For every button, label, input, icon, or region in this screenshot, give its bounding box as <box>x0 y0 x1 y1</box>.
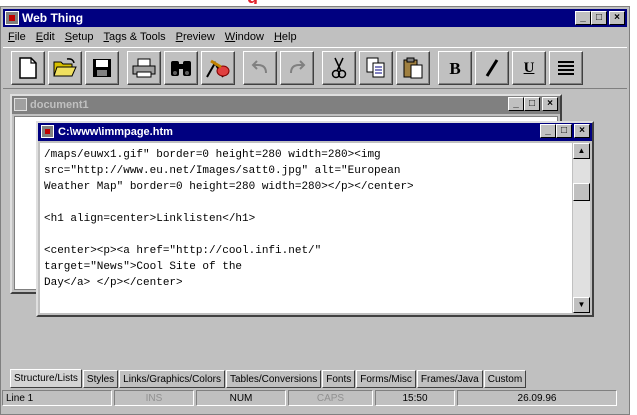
editor-line: Day</a> </p></center> <box>44 277 183 289</box>
open-folder-icon <box>53 58 77 77</box>
italic-button[interactable] <box>475 51 509 85</box>
scroll-down-arrow-icon[interactable]: ▼ <box>573 297 590 313</box>
menu-window[interactable]: Window <box>220 31 269 43</box>
spell-check-icon <box>206 59 230 78</box>
status-bar: Line 1 INS NUM CAPS 15:50 26.09.96 <box>2 389 627 407</box>
redo-button[interactable] <box>280 51 314 85</box>
immpage-titlebar[interactable]: C:\www\immpage.htm _ □ × <box>38 123 592 141</box>
immpage-window-controls: _ □ × <box>540 124 590 138</box>
tab-custom[interactable]: Custom <box>483 370 527 388</box>
menu-help[interactable]: Help <box>269 31 302 43</box>
scroll-thumb[interactable] <box>573 183 590 201</box>
menu-bar: File Edit Setup Tags & Tools Preview Win… <box>3 28 627 46</box>
menu-setup[interactable]: Setup <box>60 31 99 43</box>
document1-maximize-button[interactable]: □ <box>524 97 540 111</box>
underline-button[interactable]: U <box>512 51 546 85</box>
tab-frames-java[interactable]: Frames/Java <box>416 370 483 388</box>
editor-line: /maps/euwx1.gif" border=0 height=280 wid… <box>44 149 381 161</box>
immpage-maximize-button[interactable]: □ <box>556 124 572 138</box>
editor-line: <h1 align=center>Linklisten</h1> <box>44 213 256 225</box>
save-disk-icon <box>93 59 111 77</box>
spell-check-button[interactable] <box>201 51 235 85</box>
underline-glyph: U <box>523 59 535 76</box>
maximize-button[interactable]: □ <box>591 11 607 25</box>
new-document-button[interactable] <box>11 51 45 85</box>
tab-styles[interactable]: Styles <box>82 370 119 388</box>
editor-line: Weather Map" border=0 height=280 width=2… <box>44 181 414 193</box>
app-title: Web Thing <box>22 11 84 25</box>
find-button[interactable] <box>164 51 198 85</box>
tab-tables-conversions[interactable]: Tables/Conversions <box>225 370 322 388</box>
align-lines-icon <box>558 61 574 75</box>
immpage-close-button[interactable]: × <box>574 124 590 138</box>
status-ins: INS <box>114 390 194 406</box>
menu-edit[interactable]: Edit <box>31 31 60 43</box>
printer-icon <box>132 58 156 78</box>
bold-glyph: B <box>449 58 461 78</box>
immpage-window[interactable]: C:\www\immpage.htm _ □ × /maps/euwx1.gif… <box>36 121 594 317</box>
undo-button[interactable] <box>243 51 277 85</box>
new-document-icon <box>19 57 37 79</box>
undo-icon <box>251 60 267 74</box>
document1-minimize-button[interactable]: _ <box>508 97 524 111</box>
tab-structure-lists[interactable]: Structure/Lists <box>10 369 82 388</box>
tab-forms-misc[interactable]: Forms/Misc <box>356 370 416 388</box>
banner-fragment: g <box>247 0 267 4</box>
copy-icon <box>366 57 385 78</box>
immpage-icon[interactable] <box>41 125 54 138</box>
binoculars-icon <box>171 61 191 76</box>
tab-links-graphics-colors[interactable]: Links/Graphics/Colors <box>119 370 225 388</box>
immpage-title: C:\www\immpage.htm <box>58 126 173 138</box>
status-num: NUM <box>196 390 286 406</box>
close-button[interactable]: × <box>609 11 625 25</box>
open-folder-button[interactable] <box>48 51 82 85</box>
immpage-minimize-button[interactable]: _ <box>540 124 556 138</box>
editor-line: target="News">Cool Site of the <box>44 261 243 273</box>
scissors-icon <box>331 57 347 79</box>
app-window-controls: _ □ × <box>575 11 625 25</box>
menu-tags-tools[interactable]: Tags & Tools <box>98 31 170 43</box>
redo-icon <box>290 60 306 74</box>
print-button[interactable] <box>127 51 161 85</box>
tag-palette-tabs: Structure/Lists Styles Links/Graphics/Co… <box>10 369 628 388</box>
italic-icon <box>485 59 499 77</box>
menu-file[interactable]: File <box>3 31 31 43</box>
status-caps: CAPS <box>288 390 373 406</box>
app-titlebar: Web Thing _ □ × <box>3 9 627 27</box>
paste-button[interactable] <box>396 51 430 85</box>
editor-line: ​ <box>44 195 572 211</box>
html-source-editor[interactable]: /maps/euwx1.gif" border=0 height=280 wid… <box>40 143 572 313</box>
editor-vertical-scrollbar[interactable]: ▲ ▼ <box>573 143 590 313</box>
menu-preview[interactable]: Preview <box>171 31 220 43</box>
align-button[interactable] <box>549 51 583 85</box>
editor-line: src="http://www.eu.net/Images/satt0.jpg"… <box>44 165 401 177</box>
minimize-button[interactable]: _ <box>575 11 591 25</box>
tab-fonts[interactable]: Fonts <box>322 370 356 388</box>
document1-icon[interactable] <box>14 98 27 111</box>
status-date: 26.09.96 <box>457 390 617 406</box>
document1-close-button[interactable]: × <box>542 97 558 111</box>
copy-button[interactable] <box>359 51 393 85</box>
editor-line: <center><p><a href="http://cool.infi.net… <box>44 245 322 257</box>
cut-button[interactable] <box>322 51 356 85</box>
bold-button[interactable]: B <box>438 51 472 85</box>
status-line: Line 1 <box>2 390 112 406</box>
app-icon[interactable] <box>5 11 19 25</box>
paste-icon <box>403 57 423 79</box>
document1-title: document1 <box>30 99 89 111</box>
scroll-up-arrow-icon[interactable]: ▲ <box>573 143 590 159</box>
toolbar: B U <box>3 47 627 89</box>
document1-window-controls: _ □ × <box>508 97 558 111</box>
save-button[interactable] <box>85 51 119 85</box>
editor-line: ​ <box>44 227 572 243</box>
document1-titlebar[interactable]: document1 _ □ × <box>12 96 560 114</box>
status-time: 15:50 <box>375 390 455 406</box>
